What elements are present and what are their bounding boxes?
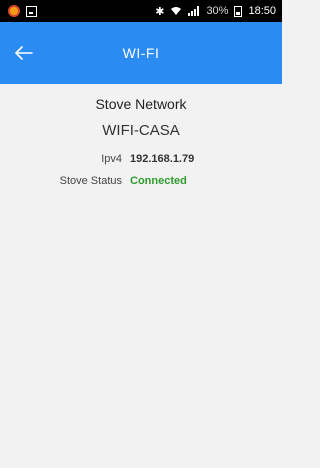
signal-icon — [188, 6, 200, 16]
ipv4-value: 192.168.1.79 — [130, 153, 195, 165]
wifi-icon — [171, 7, 182, 15]
app-bar: WI-FI — [0, 22, 282, 84]
battery-icon — [234, 5, 243, 17]
info-table: Ipv4 192.168.1.79 Stove Status Connected — [0, 153, 282, 187]
stove-status-label: Stove Status — [59, 175, 122, 187]
download-notification-icon — [26, 5, 37, 17]
arrow-left-icon — [15, 46, 33, 60]
battery-percent: 30% — [206, 5, 229, 17]
bluetooth-icon: ✱ — [155, 5, 165, 18]
stove-status-value: Connected — [130, 175, 187, 187]
main-content: Stove Network WIFI-CASA Ipv4 192.168.1.7… — [0, 84, 282, 187]
network-name: WIFI-CASA — [102, 122, 180, 139]
section-title: Stove Network — [95, 96, 187, 112]
clock: 18:50 — [248, 5, 276, 17]
ipv4-label: Ipv4 — [101, 153, 122, 165]
status-bar: ✱ 30% 18:50 — [0, 0, 282, 22]
page-title: WI-FI — [122, 45, 160, 61]
back-button[interactable] — [10, 39, 38, 67]
app-notification-icon — [8, 5, 20, 17]
